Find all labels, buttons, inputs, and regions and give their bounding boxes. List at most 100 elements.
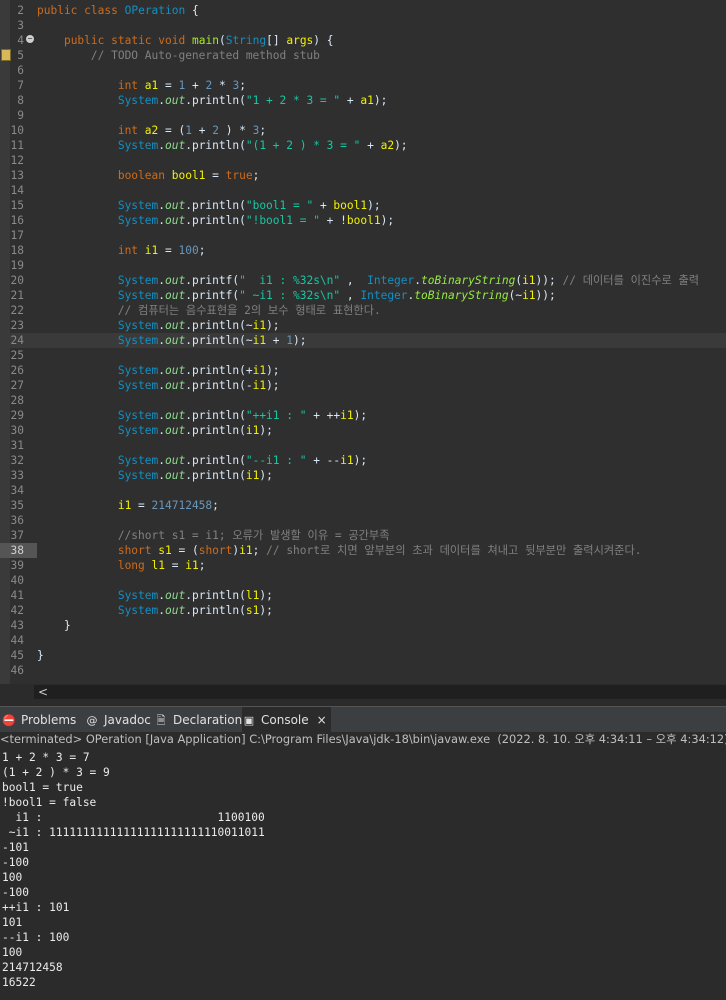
code-line[interactable]: 45} bbox=[0, 648, 726, 663]
horizontal-scrollbar[interactable]: < bbox=[0, 684, 726, 700]
tab-problems[interactable]: ⛔ Problems bbox=[2, 707, 80, 733]
code-token: i1 bbox=[144, 244, 159, 257]
code-token: System bbox=[117, 199, 159, 212]
code-line[interactable]: 37 //short s1 = i1; 오류가 발생할 이유 = 공간부족 bbox=[0, 528, 726, 543]
console-output-line: 100 bbox=[2, 871, 23, 884]
code-line[interactable]: 5 // TODO Auto-generated method stub bbox=[0, 48, 726, 63]
code-line[interactable]: 15 System.out.println("bool1 = " + bool1… bbox=[0, 198, 726, 213]
console-icon: ▣ bbox=[243, 714, 255, 727]
code-line[interactable]: 46 bbox=[0, 663, 726, 678]
code-token: . bbox=[158, 589, 165, 602]
code-line[interactable]: 6 bbox=[0, 63, 726, 78]
line-number: 26 bbox=[10, 364, 24, 377]
code-token: out bbox=[165, 139, 186, 152]
code-token: . bbox=[158, 274, 165, 287]
code-line[interactable]: 13 boolean bool1 = true; bbox=[0, 168, 726, 183]
code-line[interactable]: 3 bbox=[0, 18, 726, 33]
code-token: . bbox=[158, 454, 165, 467]
code-line[interactable]: 28 bbox=[0, 393, 726, 408]
line-number: 7 bbox=[17, 79, 24, 92]
console-view[interactable]: <terminated> OPeration [Java Application… bbox=[0, 732, 726, 1000]
code-token: .println( bbox=[185, 469, 246, 482]
code-line[interactable]: 33 System.out.println(i1); bbox=[0, 468, 726, 483]
code-token: a1 bbox=[144, 79, 159, 92]
code-token: public bbox=[37, 4, 78, 17]
code-token: ); bbox=[259, 589, 273, 602]
code-line[interactable]: 2 public class OPeration { bbox=[0, 3, 726, 18]
code-token: + ! bbox=[319, 214, 347, 227]
code-line[interactable]: 17 bbox=[0, 228, 726, 243]
code-token: System bbox=[117, 364, 159, 377]
code-token: ( bbox=[218, 34, 226, 47]
code-line[interactable]: 34 bbox=[0, 483, 726, 498]
code-line[interactable]: 11 System.out.println("(1 + 2 ) * 3 = " … bbox=[0, 138, 726, 153]
console-output-line: bool1 = true bbox=[2, 781, 83, 794]
code-line[interactable]: 35 i1 = 214712458; bbox=[0, 498, 726, 513]
code-line[interactable]: 10 int a2 = (1 + 2 ) * 3; bbox=[0, 123, 726, 138]
code-line[interactable]: 31 bbox=[0, 438, 726, 453]
code-token: // 컴퓨터는 음수표현을 2의 보수 형태로 표현한다. bbox=[37, 304, 381, 317]
code-token: + bbox=[185, 79, 206, 92]
code-line[interactable]: 39 long l1 = i1; bbox=[0, 558, 726, 573]
code-line[interactable]: 44 bbox=[0, 633, 726, 648]
line-number: 2 bbox=[17, 4, 24, 17]
code-line[interactable]: 43 } bbox=[0, 618, 726, 633]
code-token: Integer bbox=[360, 289, 408, 302]
code-token: " i1 : %32s\n" bbox=[239, 274, 341, 287]
code-line[interactable]: 24 System.out.println(~i1 + 1); bbox=[0, 333, 726, 348]
code-line[interactable]: 36 bbox=[0, 513, 726, 528]
code-editor[interactable]: 2 public class OPeration {3 4 public stati… bbox=[0, 0, 726, 684]
code-line[interactable]: 8 System.out.println("1 + 2 * 3 = " + a1… bbox=[0, 93, 726, 108]
console-output-line: -100 bbox=[2, 856, 29, 869]
code-line[interactable]: 30 System.out.println(i1); bbox=[0, 423, 726, 438]
console-output-line: 100 bbox=[2, 946, 23, 959]
code-line[interactable]: 19 bbox=[0, 258, 726, 273]
code-token: + bbox=[313, 199, 334, 212]
code-line[interactable]: 9 bbox=[0, 108, 726, 123]
tab-console[interactable]: ▣ Console × bbox=[242, 707, 331, 733]
code-line[interactable]: 42 System.out.println(s1); bbox=[0, 603, 726, 618]
code-line[interactable]: 26 System.out.println(+i1); bbox=[0, 363, 726, 378]
code-line[interactable]: 38 short s1 = (short)i1; // short로 치면 앞부… bbox=[0, 543, 726, 558]
code-line[interactable]: 18 int i1 = 100; bbox=[0, 243, 726, 258]
code-line[interactable]: 4 public static void main(String[] args)… bbox=[0, 33, 726, 48]
code-line[interactable]: 27 System.out.println(-i1); bbox=[0, 378, 726, 393]
close-icon[interactable]: × bbox=[317, 713, 327, 727]
scrollbar-track[interactable] bbox=[34, 685, 726, 699]
code-token: + bbox=[266, 334, 287, 347]
code-line[interactable]: 12 bbox=[0, 153, 726, 168]
scroll-left-arrow-icon[interactable]: < bbox=[38, 685, 48, 699]
code-line[interactable]: 7 int a1 = 1 + 2 * 3; bbox=[0, 78, 726, 93]
code-token: "--i1 : " bbox=[245, 454, 307, 467]
code-line[interactable]: 29 System.out.println("++i1 : " + ++i1); bbox=[0, 408, 726, 423]
line-number: 29 bbox=[10, 409, 24, 422]
code-line[interactable]: 22 // 컴퓨터는 음수표현을 2의 보수 형태로 표현한다. bbox=[0, 303, 726, 318]
code-token: + bbox=[191, 124, 213, 137]
code-token: bool1 bbox=[171, 169, 206, 182]
code-token: ; bbox=[239, 79, 246, 92]
code-token: . bbox=[158, 364, 165, 377]
tab-javadoc[interactable]: @ Javadoc bbox=[85, 707, 155, 733]
code-line[interactable]: 23 System.out.println(~i1); bbox=[0, 318, 726, 333]
line-number: 41 bbox=[10, 589, 24, 602]
code-token: ); bbox=[373, 94, 388, 107]
tab-declaration[interactable]: 🗎 Declaration bbox=[154, 707, 246, 733]
code-token: ) * bbox=[218, 124, 253, 137]
code-token: class bbox=[84, 4, 118, 17]
code-token: . bbox=[414, 274, 422, 287]
code-line[interactable]: 40 bbox=[0, 573, 726, 588]
code-line[interactable]: 32 System.out.println("--i1 : " + --i1); bbox=[0, 453, 726, 468]
code-token: out bbox=[165, 319, 186, 332]
code-line[interactable]: 21 System.out.printf(" ~i1 : %32s\n" , I… bbox=[0, 288, 726, 303]
code-line[interactable]: 41 System.out.println(l1); bbox=[0, 588, 726, 603]
code-line[interactable]: 14 bbox=[0, 183, 726, 198]
minus-circle-icon[interactable]: − bbox=[26, 35, 34, 43]
code-line[interactable]: 25 bbox=[0, 348, 726, 363]
code-line[interactable]: 16 System.out.println("!bool1 = " + !boo… bbox=[0, 213, 726, 228]
code-line[interactable]: 20 System.out.printf(" i1 : %32s\n" , In… bbox=[0, 273, 726, 288]
